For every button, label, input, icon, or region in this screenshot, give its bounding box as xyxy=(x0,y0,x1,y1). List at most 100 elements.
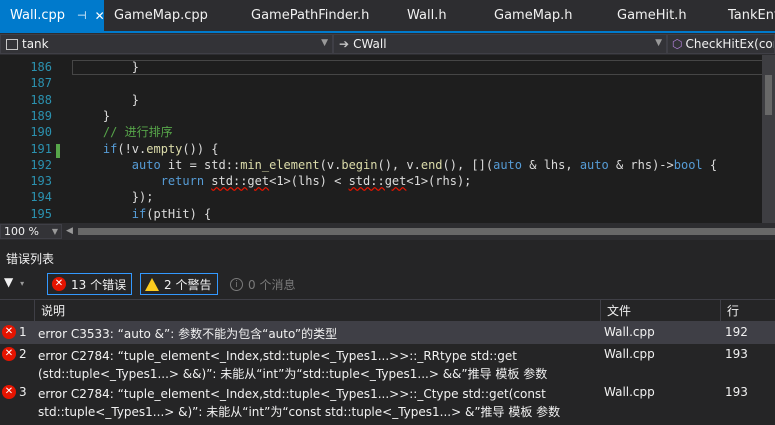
messages-filter-button[interactable]: i 0 个消息 xyxy=(226,273,306,295)
member-dropdown[interactable]: ⬡ CheckHitEx(con xyxy=(667,34,775,54)
tab-gamemap-cpp[interactable]: GameMap.cpp xyxy=(104,0,241,31)
zoom-value: 100 % xyxy=(4,225,39,238)
tab-label: GamePathFinder.h xyxy=(251,8,370,23)
errors-count-label: 13 个错误 xyxy=(71,277,127,292)
error-file: Wall.cpp xyxy=(604,385,655,399)
error-number: 2 xyxy=(19,347,27,361)
tab-gamepathfinder-h[interactable]: GamePathFinder.h xyxy=(241,0,397,31)
project-dropdown[interactable]: tank ▼ xyxy=(0,34,333,54)
code-text[interactable]: if(ptHit) { xyxy=(74,206,211,222)
horizontal-scrollbar[interactable] xyxy=(78,228,775,235)
code-line[interactable]: 192 auto it = std::min_element(v.begin()… xyxy=(0,157,775,173)
member-name: CheckHitEx(con xyxy=(685,37,775,51)
filter-icon: ▼ xyxy=(4,275,14,289)
document-tabs: Wall.cpp ⊣ ✕ GameMap.cpp GamePathFinder.… xyxy=(0,0,775,33)
scrollbar-thumb[interactable] xyxy=(765,75,772,115)
tab-label: GameMap.cpp xyxy=(114,8,208,23)
tab-gamemap-h[interactable]: GameMap.h xyxy=(484,0,607,31)
class-dropdown[interactable]: ➔ CWall ▼ xyxy=(333,34,667,54)
error-description: error C3533: “auto &”: 参数不能为包含“auto”的类型 xyxy=(38,327,338,341)
code-text[interactable]: if(!v.empty()) { xyxy=(74,141,219,157)
error-icon: ✕ xyxy=(2,325,16,339)
code-text[interactable]: } xyxy=(74,92,139,108)
project-icon xyxy=(6,38,18,50)
method-icon: ⬡ xyxy=(672,37,683,51)
tab-label: TankEntry xyxy=(728,8,775,23)
error-description: error C2784: “tuple_element<_Index,std::… xyxy=(38,349,548,381)
code-line[interactable]: 193 return std::get<1>(lhs) < std::get<1… xyxy=(0,173,775,189)
line-number: 189 xyxy=(30,108,52,123)
code-line[interactable]: 188 } xyxy=(0,92,775,108)
warnings-count-label: 2 个警告 xyxy=(164,277,212,292)
code-editor[interactable]: 186 } 187 188 } 189 } 190 // 进行排序 191 if(!v.e… xyxy=(0,55,775,223)
tab-gamehit-h[interactable]: GameHit.h xyxy=(607,0,718,31)
tab-label: Wall.cpp xyxy=(10,8,65,23)
line-number: 193 xyxy=(30,174,52,189)
tab-tankentry[interactable]: TankEntry xyxy=(718,0,775,31)
error-list-header: 说明 文件 行 xyxy=(0,299,775,322)
code-line[interactable]: 191 if(!v.empty()) { xyxy=(0,141,775,157)
line-number: 186 xyxy=(30,60,52,74)
pin-icon[interactable]: ⊣ xyxy=(77,9,87,22)
tab-label: Wall.h xyxy=(407,8,447,23)
tab-wall-cpp[interactable]: Wall.cpp ⊣ ✕ xyxy=(0,0,105,31)
class-arrow-icon: ➔ xyxy=(339,37,350,51)
filter-button[interactable]: ▼ ▾ xyxy=(4,275,34,295)
line-number: 187 xyxy=(30,76,52,91)
code-line[interactable]: 195 if(ptHit) { xyxy=(0,206,775,222)
project-name: tank xyxy=(22,37,49,51)
code-text[interactable]: return std::get<1>(lhs) < std::get<1>(rh… xyxy=(74,173,472,189)
editor-status-strip: 100 % ▼ ◀ xyxy=(0,223,775,240)
warnings-filter-button[interactable]: 2 个警告 xyxy=(140,273,218,295)
tab-label: GameHit.h xyxy=(617,8,687,23)
table-row[interactable]: ✕ 2 error C2784: “tuple_element<_Index,s… xyxy=(0,344,775,382)
code-text[interactable]: auto it = std::min_element(v.begin(), v.… xyxy=(74,157,717,173)
code-line[interactable]: 194 }); xyxy=(0,189,775,205)
chevron-down-icon: ▾ xyxy=(20,279,25,288)
column-file[interactable]: 文件 xyxy=(600,300,720,322)
warning-icon xyxy=(145,277,159,291)
scroll-left-icon[interactable]: ◀ xyxy=(66,226,73,236)
code-line[interactable]: 189 } xyxy=(0,108,775,124)
line-number: 195 xyxy=(30,206,52,221)
error-number: 3 xyxy=(19,385,27,399)
chevron-down-icon: ▼ xyxy=(51,227,58,236)
error-line: 193 xyxy=(725,347,748,361)
errors-filter-button[interactable]: ✕ 13 个错误 xyxy=(47,273,132,295)
table-row[interactable]: ✕ 1 error C3533: “auto &”: 参数不能为包含“auto”… xyxy=(0,322,775,344)
code-text[interactable]: // 进行排序 xyxy=(74,124,173,140)
line-number: 190 xyxy=(30,125,52,140)
error-icon: ✕ xyxy=(2,385,16,399)
tab-label: GameMap.h xyxy=(494,8,573,23)
column-line[interactable]: 行 xyxy=(720,300,775,322)
chevron-down-icon: ▼ xyxy=(321,38,328,48)
messages-count-label: 0 个消息 xyxy=(248,277,296,292)
error-line: 192 xyxy=(725,325,748,339)
code-line[interactable]: 187 xyxy=(0,75,775,91)
code-text[interactable]: }); xyxy=(74,189,154,205)
error-icon: ✕ xyxy=(2,347,16,361)
vertical-scrollbar[interactable] xyxy=(762,55,775,223)
error-list-toolbar: ▼ ▾ ✕ 13 个错误 2 个警告 i 0 个消息 xyxy=(0,272,775,298)
zoom-level[interactable]: 100 % ▼ xyxy=(0,224,62,239)
column-description[interactable]: 说明 xyxy=(34,300,600,322)
error-line: 193 xyxy=(725,385,748,399)
error-description: error C2784: “tuple_element<_Index,std::… xyxy=(38,387,561,419)
code-text[interactable]: } xyxy=(74,108,110,124)
code-line[interactable]: 186 } xyxy=(0,59,775,75)
line-number: 188 xyxy=(30,92,52,107)
navigation-bar: tank ▼ ➔ CWall ▼ ⬡ CheckHitEx(con xyxy=(0,33,775,55)
tab-wall-h[interactable]: Wall.h xyxy=(397,0,484,31)
panel-title: 错误列表 xyxy=(6,252,55,266)
table-row[interactable]: ✕ 3 error C2784: “tuple_element<_Index,s… xyxy=(0,382,775,422)
info-icon: i xyxy=(230,277,243,291)
line-number: 191 xyxy=(30,141,52,156)
class-name: CWall xyxy=(353,37,387,51)
chevron-down-icon: ▼ xyxy=(655,38,662,48)
error-number: 1 xyxy=(19,325,27,339)
error-file: Wall.cpp xyxy=(604,325,655,339)
line-number: 192 xyxy=(30,157,52,172)
code-line[interactable]: 190 // 进行排序 xyxy=(0,124,775,140)
error-file: Wall.cpp xyxy=(604,347,655,361)
code-text[interactable]: } xyxy=(74,59,139,75)
